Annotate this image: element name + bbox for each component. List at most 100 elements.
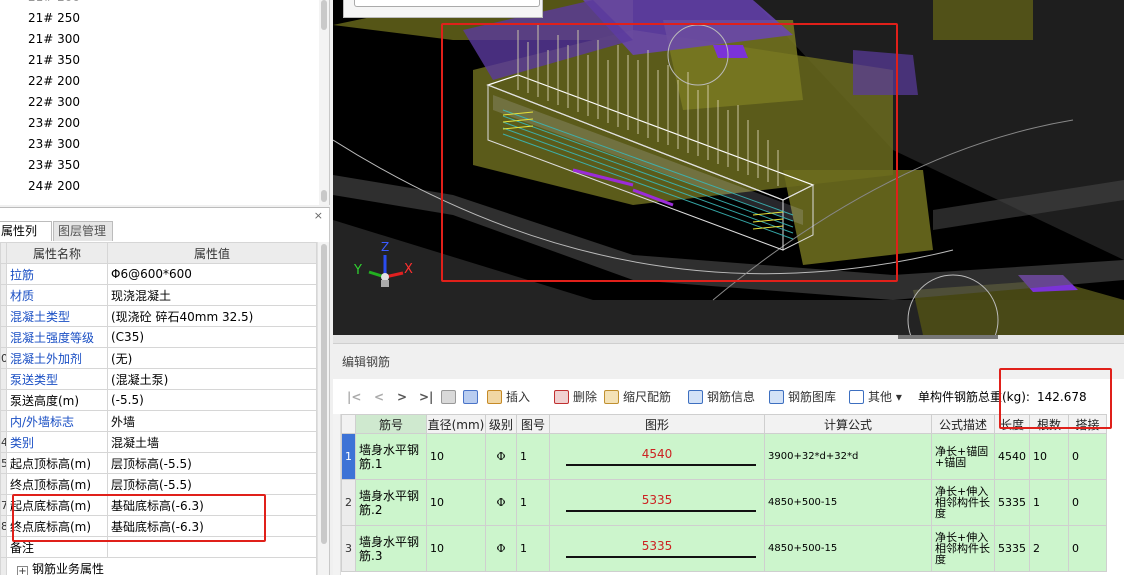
property-row[interactable]: 内/外墙标志 外墙 [0,410,317,432]
formula-desc-cell[interactable]: 净长+伸入相邻构件长度 [931,525,995,572]
grade-cell[interactable]: Φ [485,479,517,526]
tree-item[interactable]: 21# 300 [28,29,80,50]
tree-item[interactable]: 22# 300 [28,92,80,113]
tree-item[interactable]: 23# 350 [28,155,80,176]
tab-property-list[interactable]: 属性列表 [0,221,52,257]
grade-cell[interactable]: Φ [485,433,517,480]
rebar-library-button[interactable]: 钢筋图库 [769,380,836,414]
property-value[interactable] [107,536,317,558]
diameter-cell[interactable]: 10 [426,525,486,572]
header-figure-no[interactable]: 图号 [516,414,550,434]
first-record-button[interactable]: |< [347,380,361,414]
rebar-row[interactable]: 3 墙身水平钢筋.3 10 Φ 1 5335 4850+500-15 净长+伸入相邻构件长度 5… [341,525,1107,572]
tree-item[interactable]: 23# 300 [28,134,80,155]
tree-scrollbar-thumb-bottom[interactable] [321,190,327,202]
tree-scrollbar[interactable] [319,0,329,205]
prev-record-button[interactable]: < [374,380,384,414]
close-icon[interactable]: × [314,209,323,222]
rebar-row[interactable]: 2 墙身水平钢筋.2 10 Φ 1 5335 4850+500-15 净长+伸入相邻构件长度 5… [341,479,1107,526]
tree-item[interactable]: 23# 200 [28,113,80,134]
bar-no-cell[interactable]: 墙身水平钢筋.1 [355,433,427,480]
property-value[interactable]: (无) [107,347,317,369]
diameter-cell[interactable]: 10 [426,433,486,480]
row-number[interactable]: 2 [341,479,356,526]
property-row[interactable]: 材质 现浇混凝土 [0,284,317,306]
formula-cell[interactable]: 3900+32*d+32*d [764,433,932,480]
grade-cell[interactable]: Φ [485,525,517,572]
header-shape[interactable]: 图形 [549,414,765,434]
property-value[interactable]: 外墙 [107,410,317,432]
header-diameter[interactable]: 直径(mm) [426,414,486,434]
property-value[interactable]: 基础底标高(-6.3) [107,494,317,516]
property-scrollbar-thumb[interactable] [321,244,327,544]
header-length[interactable]: 长度 [994,414,1030,434]
property-row[interactable]: 7起点底标高(m)基础底标高(-6.3) [0,494,317,516]
property-group-row[interactable]: + 钢筋业务属性 [0,557,317,575]
property-value[interactable]: (现浇砼 碎石40mm 32.5) [107,305,317,327]
row-number[interactable]: 1 [341,433,356,480]
viewport-floating-panel[interactable] [343,0,543,18]
property-row[interactable]: 拉筋 Φ6@600*600 [0,263,317,285]
length-cell[interactable]: 5335 [994,525,1030,572]
property-value[interactable]: 混凝土墙 [107,431,317,453]
property-row[interactable]: 泵送高度(m) (-5.5) [0,389,317,411]
diameter-cell[interactable]: 10 [426,479,486,526]
property-row[interactable]: 终点顶标高(m) 层顶标高(-5.5) [0,473,317,495]
row-number[interactable]: 3 [341,525,356,572]
formula-desc-cell[interactable]: 净长+锚固+锚固 [931,433,995,480]
panel-splitter[interactable] [333,335,1124,343]
tree-scrollbar-thumb[interactable] [321,0,327,30]
property-row[interactable]: 4类别混凝土墙 [0,431,317,453]
property-value[interactable]: (-5.5) [107,389,317,411]
property-row[interactable]: 混凝土强度等级 (C35) [0,326,317,348]
last-record-button[interactable]: >| [419,380,433,414]
length-cell[interactable]: 4540 [994,433,1030,480]
property-value[interactable]: (混凝土泵) [107,368,317,390]
header-formula[interactable]: 计算公式 [764,414,932,434]
header-count[interactable]: 根数 [1029,414,1069,434]
property-row[interactable]: 0混凝土外加剂(无) [0,347,317,369]
property-value[interactable]: Φ6@600*600 [107,263,317,285]
shape-cell[interactable]: 5335 [549,479,765,526]
move-down-button[interactable] [463,380,482,414]
rebar-info-button[interactable]: 钢筋信息 [688,380,755,414]
lap-cell[interactable]: 0 [1068,433,1107,480]
header-formula-desc[interactable]: 公式描述 [931,414,995,434]
tree-item[interactable]: 21# 350 [28,50,80,71]
figure-no-cell[interactable]: 1 [516,433,550,480]
move-up-button[interactable] [441,380,460,414]
3d-viewport[interactable]: Z X Y [333,0,1124,335]
property-value[interactable]: (C35) [107,326,317,348]
formula-cell[interactable]: 4850+500-15 [764,525,932,572]
property-row[interactable]: 混凝土类型 (现浇砼 碎石40mm 32.5) [0,305,317,327]
header-grade[interactable]: 级别 [485,414,517,434]
property-value[interactable]: 现浇混凝土 [107,284,317,306]
property-row[interactable]: 备注 [0,536,317,558]
length-cell[interactable]: 5335 [994,479,1030,526]
bar-no-cell[interactable]: 墙身水平钢筋.3 [355,525,427,572]
expand-icon[interactable]: + [17,565,28,575]
property-row[interactable]: 泵送类型 (混凝土泵) [0,368,317,390]
lap-cell[interactable]: 0 [1068,525,1107,572]
figure-no-cell[interactable]: 1 [516,525,550,572]
grid-scrollbar[interactable] [333,414,341,575]
property-row[interactable]: 5起点顶标高(m)层顶标高(-5.5) [0,452,317,474]
count-cell[interactable]: 10 [1029,433,1069,480]
header-bar-no[interactable]: 筋号 [355,414,427,434]
tree-item[interactable]: 24# 200 [28,176,80,197]
figure-no-cell[interactable]: 1 [516,479,550,526]
scale-rebar-button[interactable]: 缩尺配筋 [604,380,671,414]
other-menu-button[interactable]: 其他 ▾ [849,380,902,414]
rebar-row[interactable]: 1 墙身水平钢筋.1 10 Φ 1 4540 3900+32*d+32*d 净长+锚固+锚固 4… [341,433,1107,480]
formula-cell[interactable]: 4850+500-15 [764,479,932,526]
viewport-floating-input[interactable] [354,0,540,7]
shape-cell[interactable]: 4540 [549,433,765,480]
property-scrollbar[interactable] [317,242,329,575]
tree-item-partial[interactable]: 21# 200 [28,0,80,8]
rebar-business-group[interactable]: + 钢筋业务属性 [6,557,317,575]
shape-cell[interactable]: 5335 [549,525,765,572]
property-row[interactable]: 8终点底标高(m)基础底标高(-6.3) [0,515,317,537]
formula-desc-cell[interactable]: 净长+伸入相邻构件长度 [931,479,995,526]
tree-item[interactable]: 22# 200 [28,71,80,92]
next-record-button[interactable]: > [397,380,407,414]
